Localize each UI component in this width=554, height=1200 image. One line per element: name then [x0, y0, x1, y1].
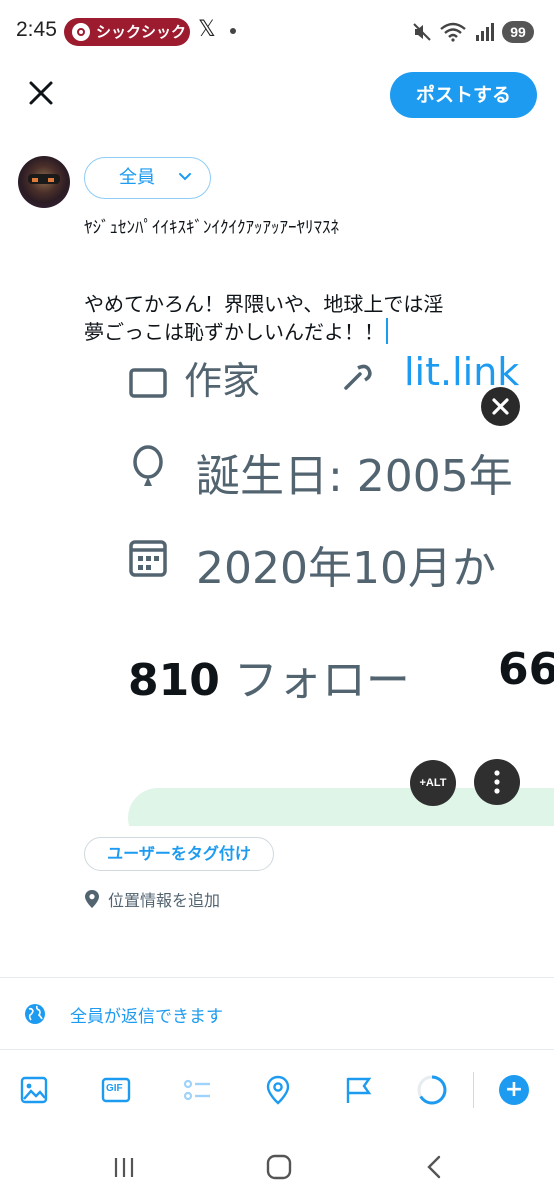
location-icon — [266, 1075, 290, 1105]
wifi-icon — [440, 22, 466, 42]
back-button[interactable] — [420, 1152, 450, 1182]
add-location-row[interactable]: 位置情報を追加 — [84, 886, 220, 912]
notification-pill[interactable]: シックシック — [64, 18, 190, 46]
flag-icon — [346, 1077, 372, 1103]
following-label: フォロー — [233, 655, 410, 706]
reply-settings-button[interactable]: 全員が返信できます — [24, 1000, 223, 1028]
remove-image-button[interactable] — [481, 387, 520, 426]
tweet-line-2: やめてかろん！界隈いや、地球上では淫 — [84, 292, 444, 316]
composer-toolbar: GIF + — [0, 1064, 554, 1116]
recent-apps-button[interactable] — [110, 1152, 140, 1182]
profile-joined: 2020年10月か — [196, 543, 496, 594]
text-cursor — [386, 318, 388, 344]
poll-button — [181, 1074, 213, 1106]
tweet-line-3: 夢ごっこは恥ずかしいんだよ！！ — [84, 318, 544, 346]
toolbar-separator — [473, 1072, 474, 1108]
profile-birthday: 誕生日: 2005年 — [196, 451, 513, 502]
media-button[interactable] — [18, 1074, 50, 1106]
recent-apps-icon — [114, 1158, 134, 1177]
tweet-line-3-text: 夢ごっこは恥ずかしいんだよ！！ — [84, 320, 384, 344]
poll-icon — [183, 1079, 210, 1101]
progress-ring-icon — [417, 1075, 447, 1105]
profile-job: 作家 — [184, 359, 261, 403]
close-icon — [492, 398, 509, 415]
balloon-icon — [133, 445, 163, 486]
add-post-button[interactable]: + — [499, 1075, 529, 1105]
location-pin-icon — [85, 890, 99, 908]
tweet-line-1: ﾔｼﾞｭｾﾝﾊﾟｲｲｷｽｷﾞﾝｲｸｲｸｱｯｱｯｱｰﾔﾘﾏｽﾈ — [84, 218, 339, 238]
image-more-button[interactable] — [474, 759, 520, 805]
system-navigation-bar — [0, 1136, 554, 1200]
divider — [0, 1049, 554, 1050]
profile-follow-stats: 810 フォロー 66 — [128, 644, 554, 708]
add-icon: + — [504, 1077, 524, 1102]
target-icon — [72, 23, 90, 41]
status-icons: 99 — [412, 20, 534, 44]
x-logo-icon: 𝕏 — [198, 17, 216, 42]
close-icon — [29, 81, 53, 105]
audience-selector[interactable]: 全員 — [84, 157, 211, 199]
attached-image[interactable]: 作家 lit.link 誕生日: 2005年 2020年10月か 810 フォロー… — [84, 356, 554, 826]
mute-icon — [413, 23, 431, 41]
status-bar: 2:45 シックシック 𝕏 99 — [0, 0, 554, 64]
globe-icon — [25, 1004, 45, 1024]
notification-label: シックシック — [96, 23, 187, 41]
calendar-icon — [129, 540, 167, 577]
status-dot — [230, 28, 236, 34]
reply-settings-label: 全員が返信できます — [70, 1006, 223, 1027]
audience-label: 全員 — [119, 167, 155, 188]
add-location-label: 位置情報を追加 — [108, 891, 221, 910]
battery-badge: 99 — [502, 21, 534, 43]
tag-users-button[interactable]: ユーザーをタグ付け — [84, 837, 274, 871]
close-button[interactable] — [22, 74, 62, 114]
flag-button[interactable] — [342, 1074, 374, 1106]
avatar[interactable] — [18, 156, 70, 208]
gif-label: GIF — [106, 1083, 123, 1094]
chevron-down-icon — [179, 173, 191, 181]
tweet-text-input[interactable]: ﾔｼﾞｭｾﾝﾊﾟｲｲｷｽｷﾞﾝｲｸｲｸｱｯｱｯｱｰﾔﾘﾏｽﾈ やめてかろん！界隈… — [84, 214, 544, 346]
status-time: 2:45 — [16, 18, 57, 41]
location-button[interactable] — [262, 1074, 294, 1106]
alt-text-button[interactable]: +ALT — [410, 760, 456, 806]
followers-count-partial: 66 — [498, 644, 554, 695]
character-count-ring — [416, 1074, 448, 1106]
back-icon — [427, 1155, 441, 1179]
divider — [0, 977, 554, 978]
gif-button[interactable]: GIF — [100, 1074, 132, 1106]
briefcase-icon — [129, 368, 167, 398]
image-icon — [20, 1076, 48, 1104]
more-vertical-icon — [494, 770, 500, 794]
link-icon — [344, 364, 372, 390]
home-button[interactable] — [264, 1152, 294, 1182]
following-count: 810 — [128, 655, 220, 706]
home-icon — [266, 1154, 292, 1180]
post-button[interactable]: ポストする — [390, 72, 537, 118]
signal-icon — [476, 23, 494, 41]
